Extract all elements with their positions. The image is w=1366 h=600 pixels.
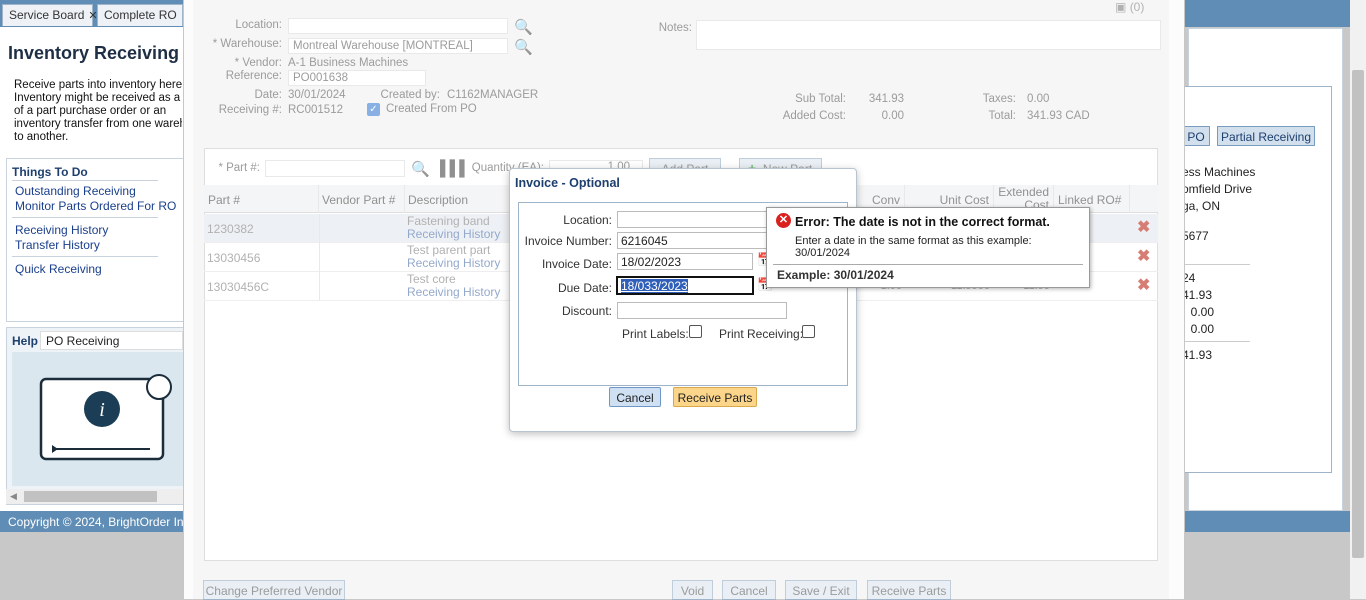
video-icon: i [39, 374, 172, 461]
help-label: Help [12, 334, 39, 348]
due-date-value: 18/033/2023 [621, 279, 688, 293]
address-line: ess Machines [1182, 165, 1256, 179]
tab-complete-ro[interactable]: Complete RO✕ [97, 4, 183, 26]
right-value: 41.93 [1182, 288, 1213, 302]
right-value: 0.00 [1190, 305, 1214, 319]
invoice-number-label: Invoice Number: [524, 234, 612, 248]
horizontal-scrollbar[interactable]: ◀ [6, 489, 183, 504]
print-receiving-label: Print Receiving: [719, 327, 804, 341]
divider [1182, 341, 1250, 342]
error-tooltip: ✕ Error: The date is not in the correct … [766, 207, 1090, 288]
tab-service-board[interactable]: Service Board ✕ [2, 4, 98, 26]
po-button[interactable]: PO [1182, 126, 1210, 146]
partial-receiving-button[interactable]: Partial Receiving [1217, 126, 1315, 146]
invoice-number-input[interactable]: 6216045 [617, 232, 777, 249]
page-title: Inventory Receiving [8, 43, 180, 63]
right-vendor-address: ess Machines omfield Drive ga, ON [1182, 164, 1255, 215]
due-date-input[interactable]: 18/033/2023 [616, 276, 754, 295]
scroll-thumb[interactable] [24, 491, 157, 502]
address-line: ga, ON [1182, 199, 1221, 213]
scroll-left-icon[interactable]: ◀ [10, 491, 17, 502]
right-header-bar [1185, 0, 1366, 22]
description-line: to another. [14, 131, 69, 143]
invoice-date-input[interactable]: 18/02/2023 [617, 253, 753, 270]
print-receiving-checkbox[interactable] [802, 325, 815, 338]
address-line: omfield Drive [1182, 182, 1253, 196]
link-monitor-parts[interactable]: Monitor Parts Ordered For RO [15, 199, 176, 213]
dialog-receive-parts-button[interactable]: Receive Parts [673, 387, 757, 407]
due-date-label: Due Date: [557, 281, 612, 295]
error-message-line: Enter a date in the same format as this … [795, 235, 1032, 247]
things-to-do-title: Things To Do [12, 165, 88, 179]
link-transfer-history[interactable]: Transfer History [15, 238, 100, 252]
discount-input[interactable] [617, 302, 787, 319]
tab-label: Service Board [9, 8, 85, 22]
dialog-location-input[interactable] [617, 211, 777, 228]
svg-text:i: i [99, 399, 105, 421]
link-receiving-history[interactable]: Receiving History [15, 223, 108, 237]
page-description: Receive parts into inventory here. Inven… [14, 79, 182, 144]
divider [1182, 264, 1250, 265]
help-topic-select[interactable]: PO Receiving [40, 331, 183, 350]
description-line: of a part purchase order or an [14, 105, 167, 117]
error-title: Error: The date is not in the correct fo… [795, 215, 1050, 229]
divider [12, 217, 158, 218]
dialog-cancel-button[interactable]: Cancel [609, 387, 661, 407]
error-message: Enter a date in the same format as this … [795, 235, 1032, 259]
divider [12, 256, 158, 257]
tab-label: Complete RO [104, 8, 177, 22]
print-labels-label: Print Labels: [622, 327, 689, 341]
divider [773, 264, 1083, 265]
link-outstanding-receiving[interactable]: Outstanding Receiving [15, 184, 136, 198]
dialog-location-label: Location: [563, 213, 612, 227]
description-line: Receive parts into inventory here. [14, 79, 182, 91]
help-video-thumbnail[interactable]: i [12, 352, 183, 486]
error-icon: ✕ [776, 213, 791, 228]
page-scroll-thumb[interactable] [1352, 70, 1364, 558]
error-example: Example: 30/01/2024 [777, 268, 894, 282]
invoice-date-label: Invoice Date: [541, 257, 612, 271]
link-quick-receiving[interactable]: Quick Receiving [15, 262, 102, 276]
right-value: 0.00 [1190, 322, 1214, 336]
description-line: Inventory might be received as a r [14, 92, 182, 104]
dialog-title: Invoice - Optional [515, 176, 620, 190]
right-total: 41.93 [1182, 348, 1213, 362]
description-line: inventory transfer from one wareh [14, 118, 182, 130]
right-phone: 5677 [1182, 229, 1209, 243]
divider [12, 180, 158, 181]
error-message-line: 30/01/2024 [795, 247, 851, 259]
print-labels-checkbox[interactable] [689, 325, 702, 338]
discount-label: Discount: [561, 304, 612, 318]
